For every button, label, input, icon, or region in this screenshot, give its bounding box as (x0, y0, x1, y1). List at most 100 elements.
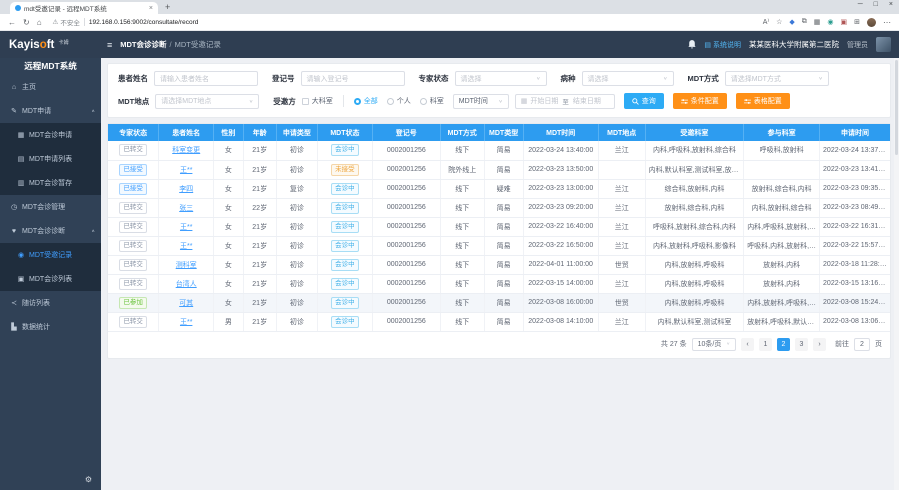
time-type-select[interactable]: MDT时间∨ (453, 94, 509, 109)
cell-apply-time: 2022-03-15 13:16:26 (820, 274, 890, 293)
extension-copy-icon[interactable]: ⧉ (802, 18, 807, 26)
table-config-button[interactable]: 表格配置 (736, 93, 790, 109)
expert-status-select[interactable]: 请选择∨ (455, 71, 547, 86)
patient-name-link[interactable]: 台湾人 (176, 281, 197, 288)
browser-menu-icon[interactable]: ⋯ (883, 18, 891, 27)
patient-name-link[interactable]: 王** (180, 319, 192, 326)
extension-blue-icon[interactable]: ◆ (789, 18, 794, 26)
patient-name-link[interactable]: 测科室 (176, 262, 197, 269)
sidebar-item-1[interactable]: ✎MDT申请∧ (0, 99, 101, 123)
browser-profile-avatar[interactable] (867, 18, 876, 27)
sidebar-item-2[interactable]: ▦MDT会诊申请 (0, 123, 101, 147)
expert-status-badge: 已参加 (119, 297, 147, 309)
records-table-card: 专家状态患者姓名性别年龄申请类型MDT状态登记号MDT方式MDT类型MDT时间M… (107, 123, 891, 359)
major-dept-checkbox[interactable] (302, 98, 309, 105)
calendar-icon: ▦ (521, 97, 528, 105)
sidebar-item-0[interactable]: ⌂主页 (0, 75, 101, 99)
patient-name-link[interactable]: 李四 (179, 186, 193, 193)
page-button-2[interactable]: 2 (777, 338, 790, 351)
favorite-star-icon[interactable]: ☆ (776, 18, 782, 26)
invitee-radio-1[interactable]: 个人 (387, 96, 411, 106)
goto-page-input[interactable]: 2 (854, 338, 870, 351)
prev-page-button[interactable]: ‹ (741, 338, 754, 351)
page-button-3[interactable]: 3 (795, 338, 808, 351)
tab-title: mdt受邀记录 - 远程MDT系统 (24, 3, 146, 13)
table-row: 已转交科室变更女21岁初诊会诊中0002001256线下简易2022-03-24… (108, 141, 890, 160)
home-icon: ⌂ (10, 84, 18, 91)
disease-select[interactable]: 请选择∨ (582, 71, 674, 86)
radio-dot-icon (420, 98, 427, 105)
back-icon[interactable]: ← (8, 18, 16, 27)
cell-age: 21岁 (243, 217, 276, 236)
expert-status-badge: 已接受 (119, 164, 147, 176)
page-size-select[interactable]: 10条/页 ∨ (692, 338, 736, 351)
cell-age: 21岁 (243, 312, 276, 331)
cell-mdt-time: 2022-03-15 14:00:00 (523, 274, 598, 293)
page-button-1[interactable]: 1 (759, 338, 772, 351)
sidebar-item-9[interactable]: ≺随访列表 (0, 291, 101, 315)
collections-icon[interactable]: ⊞ (854, 18, 860, 26)
gear-icon[interactable]: ⚙ (85, 475, 92, 484)
browser-tab[interactable]: mdt受邀记录 - 远程MDT系统 × (10, 2, 158, 14)
bell-icon[interactable] (688, 36, 696, 54)
window-minimize-button[interactable]: ─ (858, 1, 863, 8)
refresh-icon[interactable]: ↻ (23, 18, 30, 27)
sidebar-item-8[interactable]: ▣MDT会诊列表 (0, 267, 101, 291)
new-tab-button[interactable]: + (165, 2, 170, 12)
extension-globe-icon[interactable]: ◉ (827, 18, 833, 26)
record-icon: ◉ (17, 251, 25, 259)
sidebar-item-3[interactable]: ▤MDT申请列表 (0, 147, 101, 171)
sidebar-item-6[interactable]: ♥MDT会诊诊断∧ (0, 219, 101, 243)
cell-sex: 女 (214, 179, 244, 198)
read-aloud-icon[interactable]: A⁾ (763, 18, 769, 26)
cell-sex: 女 (214, 236, 244, 255)
sidebar-fold-icon[interactable]: ≡ (107, 40, 112, 50)
cell-age: 21岁 (243, 160, 276, 179)
window-close-button[interactable]: × (889, 1, 893, 8)
search-button[interactable]: 查询 (624, 93, 664, 109)
cell-apply-type: 初诊 (276, 198, 317, 217)
cell-mdt-time: 2022-04-01 11:00:00 (523, 255, 598, 274)
cell-reg-no: 0002001256 (372, 293, 440, 312)
address-bar[interactable]: ⚠ 不安全 192.168.0.156:9002/consultate/reco… (53, 17, 756, 27)
patient-name-link[interactable]: 科室变更 (172, 147, 200, 154)
cell-apply-time: 2022-03-24 13:37:44 (820, 141, 890, 160)
sidebar-item-5[interactable]: ◷MDT会诊管理 (0, 195, 101, 219)
patient-name-link[interactable]: 王** (180, 167, 192, 174)
cell-apply-time: 2022-03-23 13:41:45 (820, 160, 890, 179)
filter-panel: 患者姓名 请输入患者姓名 登记号 请输入登记号 专家状态 请选择∨ 病种 请选择… (107, 63, 891, 118)
mdt-status-badge: 会诊中 (331, 221, 359, 233)
home-icon[interactable]: ⌂ (37, 18, 42, 27)
mdt-mode-select[interactable]: 请选择MDT方式∨ (725, 71, 829, 86)
date-range-picker[interactable]: ▦ 开始日期 至 结束日期 (515, 94, 615, 109)
patient-name-input[interactable]: 请输入患者姓名 (154, 71, 258, 86)
table-row: 已转交张三女22岁初诊会诊中0002001256线下简易2022-03-23 0… (108, 198, 890, 217)
reg-no-input[interactable]: 请输入登记号 (301, 71, 405, 86)
window-maximize-button[interactable]: □ (874, 1, 878, 8)
next-page-button[interactable]: › (813, 338, 826, 351)
patient-name-link[interactable]: 张三 (179, 205, 193, 212)
sidebar-item-7[interactable]: ◉MDT受邀记录 (0, 243, 101, 267)
extension-grid-icon[interactable]: ▦ (814, 18, 821, 26)
chart-icon: ▙ (10, 323, 18, 331)
condition-config-button[interactable]: 条件配置 (673, 93, 727, 109)
page-scrollbar[interactable] (894, 58, 899, 490)
mdt-status-badge: 会诊中 (331, 202, 359, 214)
patient-name-link[interactable]: 王** (180, 224, 192, 231)
patient-name-link[interactable]: 可其 (179, 300, 193, 307)
sidebar-item-4[interactable]: ▥MDT会诊暂存 (0, 171, 101, 195)
tab-favicon-icon (15, 5, 21, 11)
user-avatar[interactable] (876, 37, 891, 52)
invitee-radio-0[interactable]: 全部 (354, 96, 378, 106)
system-help-link[interactable]: ▤ 系统说明 (704, 40, 741, 50)
radio-label: 个人 (397, 96, 411, 106)
extension-box-icon[interactable]: ▣ (841, 18, 848, 26)
scrollbar-thumb[interactable] (895, 60, 898, 155)
invitee-radio-2[interactable]: 科室 (420, 96, 444, 106)
cell-mdt-type: 简易 (484, 274, 523, 293)
expert-status-label: 专家状态 (419, 73, 449, 84)
mdt-place-select[interactable]: 请选择MDT地点∨ (155, 94, 259, 109)
patient-name-link[interactable]: 王** (180, 243, 192, 250)
tab-close-icon[interactable]: × (149, 5, 153, 12)
sidebar-item-10[interactable]: ▙数据统计 (0, 315, 101, 339)
